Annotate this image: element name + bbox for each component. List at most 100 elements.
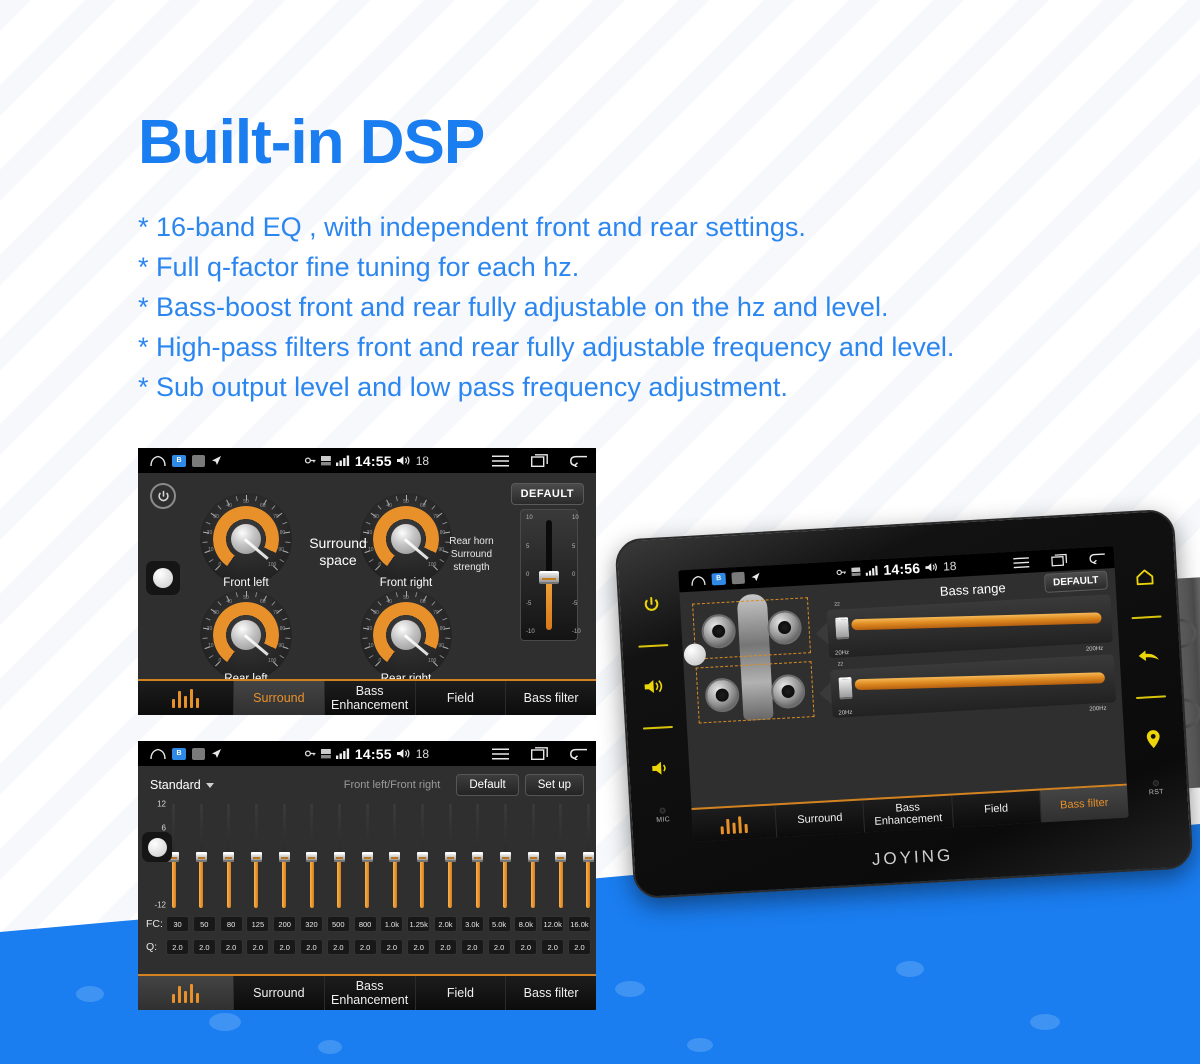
volume-down-icon[interactable] — [652, 760, 669, 776]
tab-bass-enhancement[interactable]: Bass Enhancement — [325, 976, 416, 1010]
slider-handle[interactable] — [539, 571, 559, 584]
eq-q-cell[interactable]: 2.0 — [299, 939, 323, 955]
eq-slider-handle[interactable] — [333, 851, 345, 862]
tab-surround[interactable]: Surround — [234, 976, 325, 1010]
tab-bass-enhancement[interactable]: Bass Enhancement — [325, 681, 416, 715]
eq-fc-cell[interactable]: 80 — [219, 916, 243, 932]
tab-eq[interactable] — [691, 805, 778, 842]
eq-q-cell[interactable]: 2.0 — [273, 939, 297, 955]
eq-fc-cell[interactable]: 1.0k — [380, 916, 404, 932]
location-pin-icon[interactable] — [1145, 729, 1162, 750]
eq-q-cell[interactable]: 2.0 — [192, 939, 216, 955]
eq-slider-handle[interactable] — [195, 851, 207, 862]
knob-rear-right[interactable]: 0102030405060708090100 Rear right — [360, 589, 452, 685]
home-icon[interactable] — [1134, 568, 1154, 586]
eq-slider-handle[interactable] — [472, 851, 484, 862]
eq-fc-cell[interactable]: 1.25k — [407, 916, 431, 932]
rotary-knob-hardware[interactable] — [146, 561, 180, 595]
eq-q-cell[interactable]: 2.0 — [567, 939, 591, 955]
eq-fc-cell[interactable]: 500 — [326, 916, 350, 932]
eq-band-slider[interactable] — [527, 802, 539, 910]
eq-fc-cell[interactable]: 125 — [246, 916, 270, 932]
eq-slider-handle[interactable] — [416, 851, 428, 862]
eq-band-slider[interactable] — [333, 802, 345, 910]
rotary-knob-hardware[interactable] — [142, 832, 172, 862]
eq-fc-cell[interactable]: 12.0k — [541, 916, 565, 932]
eq-fc-cell[interactable]: 50 — [192, 916, 216, 932]
eq-band-slider[interactable] — [195, 802, 207, 910]
eq-fc-cell[interactable]: 200 — [273, 916, 297, 932]
slider-handle[interactable] — [835, 616, 850, 640]
eq-fc-cell[interactable]: 320 — [299, 916, 323, 932]
recents-icon[interactable] — [531, 454, 548, 467]
eq-band-slider[interactable] — [306, 802, 318, 910]
eq-fc-cell[interactable]: 8.0k — [514, 916, 538, 932]
back-icon[interactable] — [570, 748, 588, 760]
eq-slider-handle[interactable] — [223, 851, 235, 862]
eq-q-cell[interactable]: 2.0 — [326, 939, 350, 955]
eq-slider-handle[interactable] — [361, 851, 373, 862]
reset-pinhole[interactable]: RST — [1148, 780, 1164, 797]
eq-q-cell[interactable]: 2.0 — [487, 939, 511, 955]
tab-surround[interactable]: Surround — [775, 800, 866, 838]
eq-q-cell[interactable]: 2.0 — [433, 939, 457, 955]
preset-selector[interactable]: Standard — [150, 778, 214, 792]
eq-band-slider[interactable] — [361, 802, 373, 910]
power-button[interactable] — [150, 483, 176, 509]
eq-default-button[interactable]: Default — [456, 774, 519, 796]
eq-q-cell[interactable]: 2.0 — [353, 939, 377, 955]
eq-q-cell[interactable]: 2.0 — [380, 939, 404, 955]
volume-up-icon[interactable] — [644, 679, 667, 695]
knob-rear-left[interactable]: 0102030405060708090100 Rear left — [200, 589, 292, 685]
recents-icon[interactable] — [1051, 553, 1068, 567]
menu-icon[interactable] — [492, 454, 509, 467]
default-button[interactable]: DEFAULT — [510, 483, 584, 505]
knob-front-left[interactable]: 0 10 20 30 40 50 60 70 80 90 100 Front left — [200, 493, 292, 589]
tab-field[interactable]: Field — [951, 790, 1042, 828]
eq-band-slider[interactable] — [472, 802, 484, 910]
surround-strength-slider[interactable]: 10 5 0 -5 -10 10 5 0 -5 -10 — [520, 509, 581, 641]
eq-slider-handle[interactable] — [499, 851, 511, 862]
eq-band-slider[interactable] — [416, 802, 428, 910]
home-icon[interactable] — [690, 574, 706, 586]
back-arrow-icon[interactable] — [1137, 649, 1160, 665]
eq-fc-cell[interactable]: 2.0k — [433, 916, 457, 932]
eq-q-cell[interactable]: 2.0 — [407, 939, 431, 955]
eq-fc-cell[interactable]: 3.0k — [460, 916, 484, 932]
eq-slider-handle[interactable] — [527, 851, 539, 862]
eq-slider-handle[interactable] — [306, 851, 318, 862]
menu-icon[interactable] — [1013, 556, 1030, 568]
bass-range-slider-rear[interactable]: 22 20Hz 200Hz — [818, 654, 1117, 719]
tab-bass-filter[interactable]: Bass filter — [1039, 785, 1129, 823]
eq-slider-handle[interactable] — [555, 851, 567, 862]
eq-setup-button[interactable]: Set up — [524, 774, 584, 796]
eq-fc-cell[interactable]: 800 — [353, 916, 377, 932]
eq-band-slider[interactable] — [499, 802, 511, 910]
power-icon[interactable] — [642, 596, 660, 614]
default-button[interactable]: DEFAULT — [1043, 570, 1108, 593]
eq-band-slider[interactable] — [444, 802, 456, 910]
eq-q-cell[interactable]: 2.0 — [514, 939, 538, 955]
bass-range-slider-front[interactable]: 22 20Hz 200Hz — [815, 594, 1113, 659]
eq-fc-cell[interactable]: 5.0k — [487, 916, 511, 932]
tab-surround[interactable]: Surround — [234, 681, 325, 715]
eq-slider-handle[interactable] — [444, 851, 456, 862]
tab-eq[interactable] — [138, 976, 234, 1010]
eq-slider-handle[interactable] — [278, 851, 290, 862]
tab-field[interactable]: Field — [416, 976, 507, 1010]
eq-band-slider[interactable] — [555, 802, 567, 910]
eq-slider-handle[interactable] — [250, 851, 262, 862]
eq-q-cell[interactable]: 2.0 — [219, 939, 243, 955]
eq-q-cell[interactable]: 2.0 — [460, 939, 484, 955]
eq-fc-cell[interactable]: 16.0k — [567, 916, 591, 932]
eq-band-slider[interactable] — [582, 802, 594, 910]
eq-band-slider[interactable] — [250, 802, 262, 910]
eq-band-slider[interactable] — [389, 802, 401, 910]
tab-eq[interactable] — [138, 681, 234, 715]
eq-slider-handle[interactable] — [389, 851, 401, 862]
eq-band-slider[interactable] — [278, 802, 290, 910]
tab-field[interactable]: Field — [416, 681, 507, 715]
eq-q-cell[interactable]: 2.0 — [541, 939, 565, 955]
tab-bass-filter[interactable]: Bass filter — [506, 681, 596, 715]
back-icon[interactable] — [1089, 552, 1107, 564]
